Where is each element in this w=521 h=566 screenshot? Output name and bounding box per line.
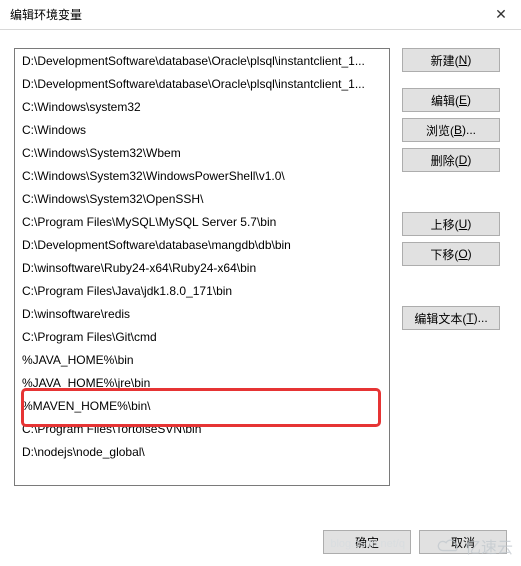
list-item[interactable]: C:\Windows\system32 xyxy=(16,96,388,119)
path-listbox[interactable]: D:\DevelopmentSoftware\database\Oracle\p… xyxy=(14,48,390,486)
edit-text-button[interactable]: 编辑文本(T)... xyxy=(402,306,500,330)
ok-button[interactable]: 确定 xyxy=(323,530,411,554)
window-title: 编辑环境变量 xyxy=(10,6,82,23)
list-item[interactable]: C:\Windows xyxy=(16,119,388,142)
list-item[interactable]: C:\Program Files\Java\jdk1.8.0_171\bin xyxy=(16,280,388,303)
close-button[interactable]: ✕ xyxy=(489,3,513,27)
list-item[interactable]: D:\winsoftware\redis xyxy=(16,303,388,326)
list-item[interactable]: %MAVEN_HOME%\bin\ xyxy=(16,395,388,418)
list-item[interactable]: %JAVA_HOME%\jre\bin xyxy=(16,372,388,395)
list-item[interactable]: D:\nodejs\node_global\ xyxy=(16,441,388,464)
move-up-button[interactable]: 上移(U) xyxy=(402,212,500,236)
list-item[interactable]: D:\winsoftware\Ruby24-x64\Ruby24-x64\bin xyxy=(16,257,388,280)
edit-button[interactable]: 编辑(E) xyxy=(402,88,500,112)
list-item[interactable]: D:\DevelopmentSoftware\database\Oracle\p… xyxy=(16,73,388,96)
titlebar: 编辑环境变量 ✕ xyxy=(0,0,521,30)
dialog-footer: 确定 取消 xyxy=(323,530,507,554)
list-item[interactable]: D:\DevelopmentSoftware\database\Oracle\p… xyxy=(16,50,388,73)
move-down-button[interactable]: 下移(O) xyxy=(402,242,500,266)
list-item[interactable]: C:\Program Files\MySQL\MySQL Server 5.7\… xyxy=(16,211,388,234)
list-item[interactable]: %JAVA_HOME%\bin xyxy=(16,349,388,372)
list-item[interactable]: C:\Program Files\TortoiseSVN\bin xyxy=(16,418,388,441)
dialog-content: D:\DevelopmentSoftware\database\Oracle\p… xyxy=(0,30,521,496)
delete-button[interactable]: 删除(D) xyxy=(402,148,500,172)
new-button[interactable]: 新建(N) xyxy=(402,48,500,72)
cancel-button[interactable]: 取消 xyxy=(419,530,507,554)
close-icon: ✕ xyxy=(495,6,507,23)
list-item[interactable]: C:\Windows\System32\Wbem xyxy=(16,142,388,165)
list-item[interactable]: D:\DevelopmentSoftware\database\mangdb\d… xyxy=(16,234,388,257)
list-item[interactable]: C:\Windows\System32\OpenSSH\ xyxy=(16,188,388,211)
side-button-panel: 新建(N) 编辑(E) 浏览(B)... 删除(D) 上移(U) 下移(O) 编… xyxy=(402,48,500,486)
list-item[interactable]: C:\Program Files\Git\cmd xyxy=(16,326,388,349)
list-item[interactable]: C:\Windows\System32\WindowsPowerShell\v1… xyxy=(16,165,388,188)
browse-button[interactable]: 浏览(B)... xyxy=(402,118,500,142)
